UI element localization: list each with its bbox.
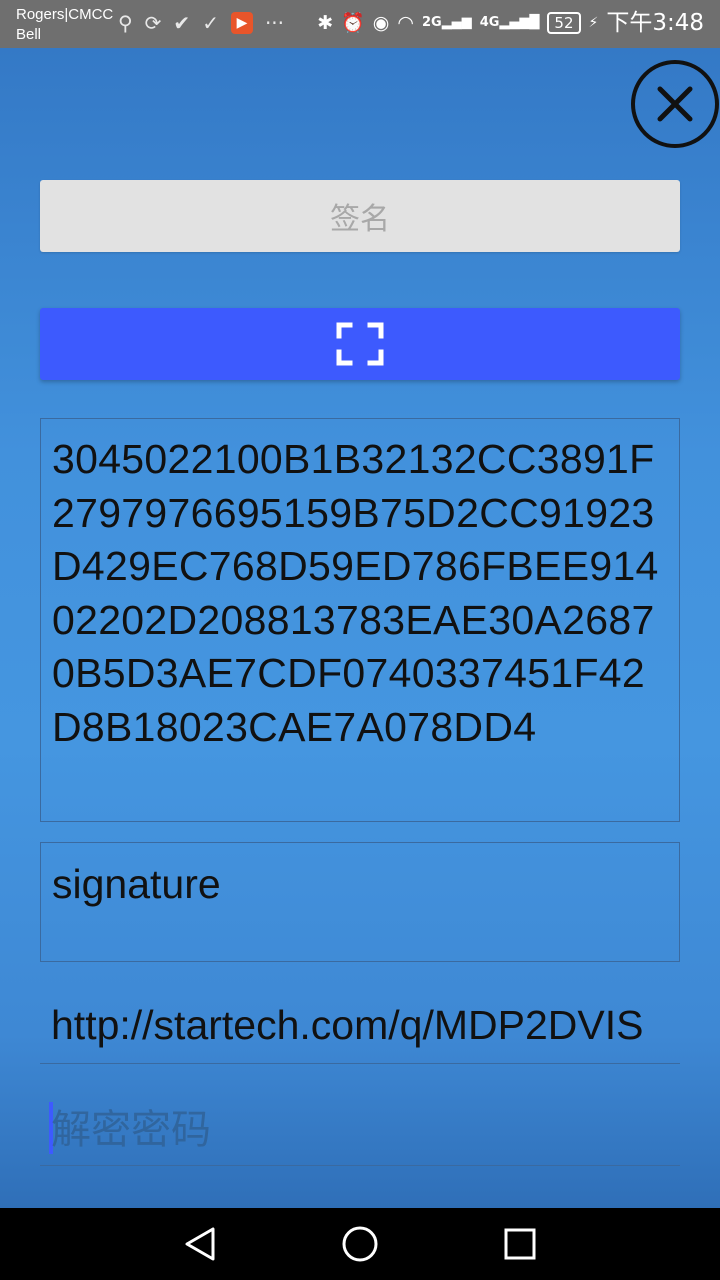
home-icon <box>342 1226 378 1262</box>
url-field[interactable]: http://startech.com/q/MDP2DVIS <box>40 994 680 1064</box>
url-text: http://startech.com/q/MDP2DVIS <box>51 1002 644 1048</box>
alarm-icon: ⏰ <box>341 12 365 34</box>
download-check-icon: ✓ <box>202 11 219 35</box>
signal-4g-label: 4G <box>479 15 500 30</box>
signature-text: signature <box>52 861 221 907</box>
wifi-icon: ◠ <box>397 12 414 34</box>
main-content: 签名 3045022100B1B32132CC3891F279797669515… <box>0 48 720 1208</box>
hex-data-text: 3045022100B1B32132CC3891F2797976695159B7… <box>52 436 659 750</box>
signal-4g-icon: 4G▂▄▆█ <box>479 15 540 30</box>
sync-icon: ⟳ <box>144 11 162 35</box>
clock: 下午3:48 <box>606 10 704 36</box>
decrypt-password-field[interactable] <box>40 1094 680 1166</box>
carrier-line-1: Rogers|CMCC <box>16 6 114 23</box>
recents-icon <box>504 1228 536 1260</box>
scan-button[interactable] <box>40 308 680 380</box>
status-bar: Rogers|CMCC Bell ⚲ ⟳ ✔ ✓ ▶ ··· ✱ ⏰ ◉ ◠ 2… <box>0 0 720 48</box>
more-icon: ··· <box>264 11 285 35</box>
app-notification-icon: ▶ <box>230 12 253 34</box>
decrypt-password-input[interactable] <box>40 1094 680 1165</box>
back-icon <box>185 1227 215 1261</box>
hex-data-box[interactable]: 3045022100B1B32132CC3891F2797976695159B7… <box>40 418 680 822</box>
scan-icon <box>336 322 384 366</box>
carrier-info: Rogers|CMCC Bell <box>16 5 113 45</box>
bluetooth-icon: ✱ <box>317 12 334 34</box>
sign-button-label: 签名 <box>330 202 390 237</box>
back-button[interactable] <box>178 1224 222 1264</box>
close-icon <box>657 86 693 122</box>
signature-box[interactable]: signature <box>40 842 680 962</box>
sign-button[interactable]: 签名 <box>40 180 680 252</box>
charging-icon: ⚡ <box>588 15 599 31</box>
eye-icon: ◉ <box>372 12 390 34</box>
navigation-bar <box>0 1208 720 1280</box>
carrier-line-2: Bell <box>16 26 42 43</box>
usb-icon: ⚲ <box>118 11 133 35</box>
signal-2g-icon: 2G▂▄▆ <box>421 15 472 30</box>
recents-button[interactable] <box>498 1224 542 1264</box>
close-button[interactable] <box>631 60 719 148</box>
home-button[interactable] <box>338 1224 382 1264</box>
battery-indicator: 52 <box>547 12 581 34</box>
text-cursor <box>49 1102 53 1154</box>
check-icon: ✔ <box>173 11 191 35</box>
signal-2g-label: 2G <box>421 15 442 30</box>
